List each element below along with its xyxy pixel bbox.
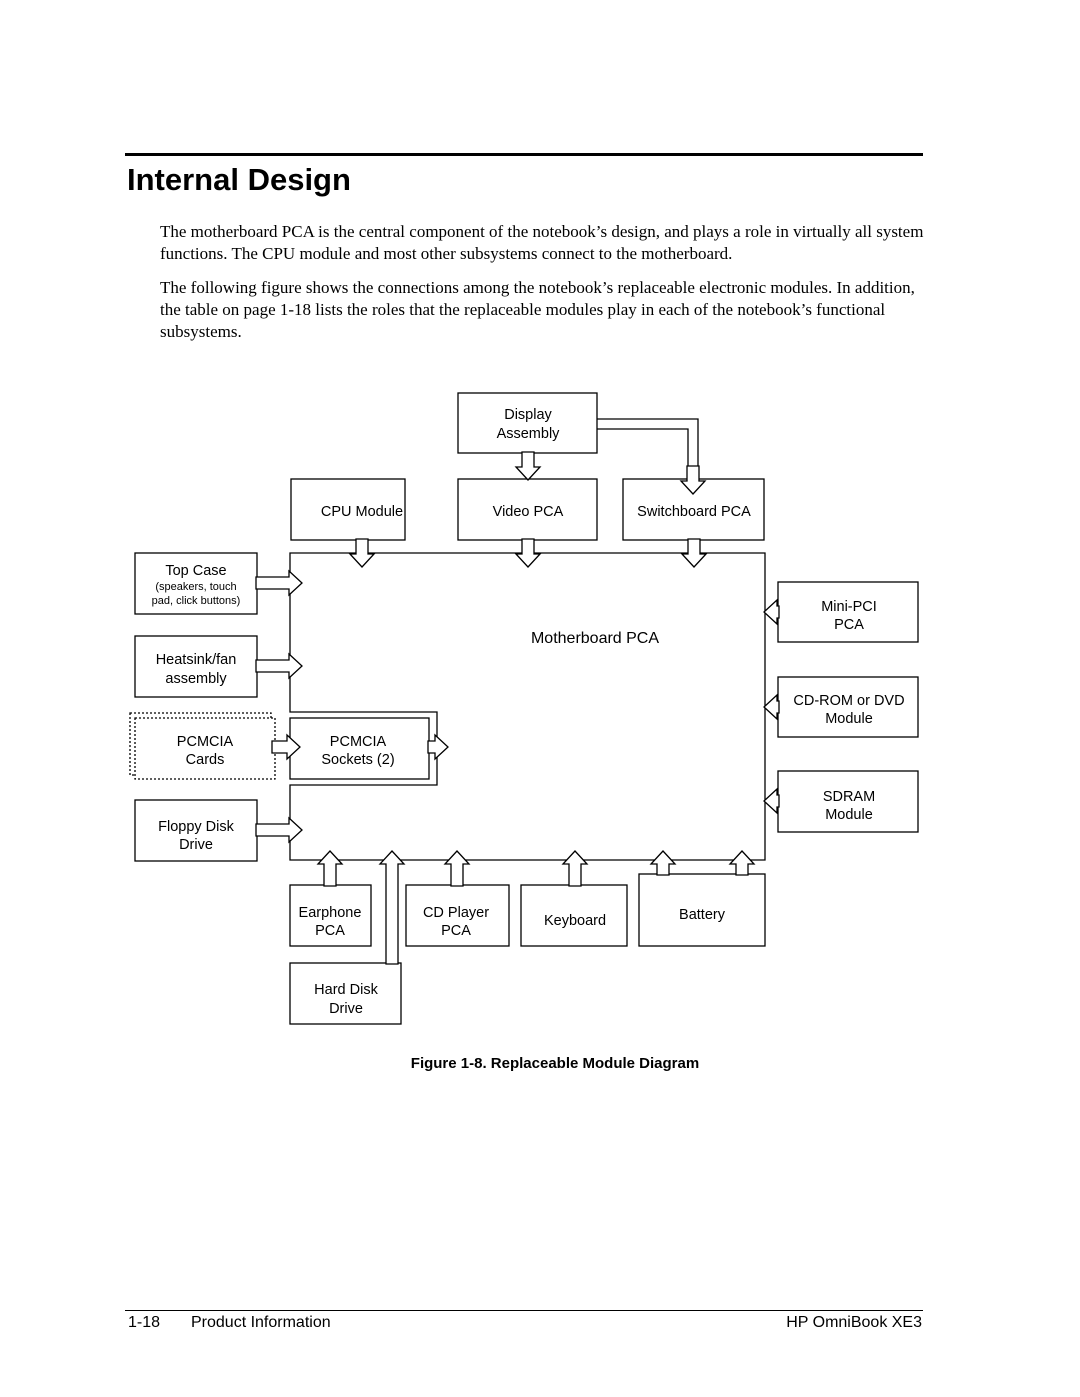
arrow-display-to-video — [514, 451, 542, 481]
label-switchboard: Switchboard PCA — [637, 504, 751, 520]
label-floppy: Floppy Disk — [158, 819, 234, 835]
label-earphone: Earphone — [299, 905, 362, 921]
label-heatsink-2: assembly — [165, 671, 227, 687]
arrow-sdram-to-motherboard — [763, 787, 780, 815]
label-pcmcia-cards-2: Cards — [186, 752, 225, 768]
label-floppy-2: Drive — [179, 837, 213, 853]
label-minipci: Mini-PCI — [821, 599, 877, 615]
label-cdrom-2: Module — [825, 711, 873, 727]
arrow-harddisk-to-motherboard — [378, 850, 406, 965]
label-motherboard: Motherboard PCA — [531, 630, 659, 647]
label-earphone-2: PCA — [315, 923, 345, 939]
display-assembly-box — [457, 392, 598, 454]
label-heatsink: Heatsink/fan — [156, 652, 237, 668]
label-cdplayer: CD Player — [423, 905, 489, 921]
label-display-2: Assembly — [497, 426, 561, 442]
label-harddisk: Hard Disk — [314, 982, 378, 998]
label-sdram: SDRAM — [823, 789, 875, 805]
footer-product: HP OmniBook XE3 — [786, 1314, 922, 1331]
label-pcmcia-sockets-2: Sockets (2) — [321, 752, 394, 768]
footer-section: Product Information — [191, 1314, 331, 1331]
footer-page-number: 1-18 — [128, 1314, 161, 1331]
label-topcase-2: (speakers, touch — [155, 581, 236, 593]
connector-display-to-switchboard — [597, 418, 699, 467]
label-battery: Battery — [679, 907, 726, 923]
label-topcase: Top Case — [165, 563, 226, 579]
label-video: Video PCA — [493, 504, 564, 520]
replaceable-module-diagram: Display Assembly CPU Module Video PCA Sw… — [129, 392, 919, 1025]
label-sdram-2: Module — [825, 807, 873, 823]
arrow-cdrom-to-motherboard — [763, 693, 780, 721]
label-harddisk-2: Drive — [329, 1001, 363, 1017]
footer-rule — [125, 1310, 923, 1311]
label-cpu: CPU Module — [321, 504, 403, 520]
label-minipci-2: PCA — [834, 617, 864, 633]
label-pcmcia-cards: PCMCIA — [177, 734, 234, 750]
motherboard-outline — [289, 552, 766, 861]
arrow-minipci-to-motherboard — [763, 598, 780, 626]
label-pcmcia-sockets: PCMCIA — [330, 734, 387, 750]
label-cdrom: CD-ROM or DVD — [793, 693, 904, 709]
label-topcase-3: pad, click buttons) — [152, 595, 241, 607]
label-keyboard: Keyboard — [544, 913, 606, 929]
label-display: Display — [504, 407, 552, 423]
label-cdplayer-2: PCA — [441, 923, 471, 939]
figure-caption: Figure 1-8. Replaceable Module Diagram — [410, 1055, 700, 1072]
